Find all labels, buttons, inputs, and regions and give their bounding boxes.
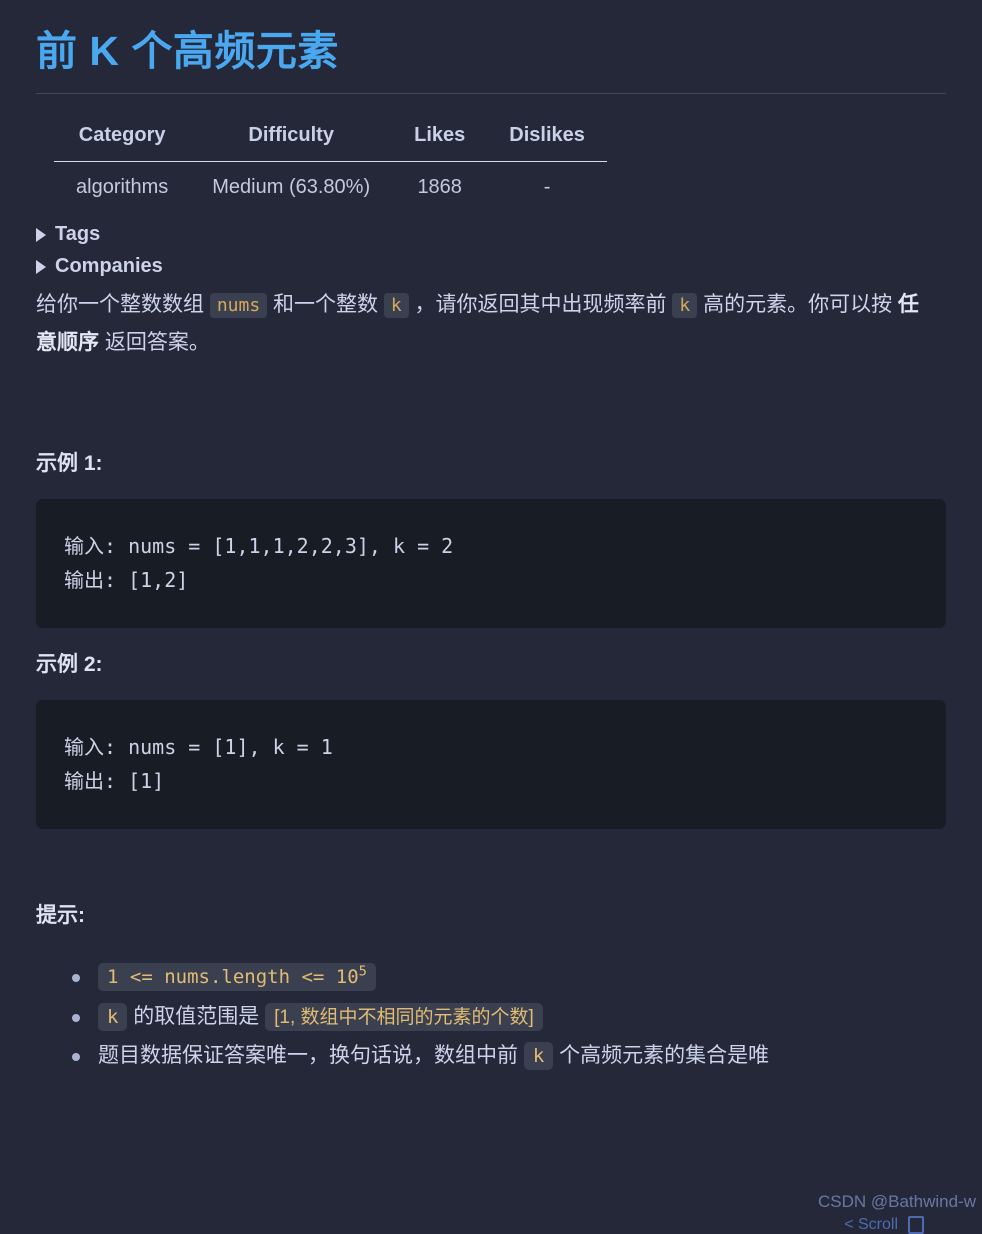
inline-code-k-2: k: [672, 293, 698, 319]
inline-code-k: k: [383, 293, 409, 319]
table-row: algorithms Medium (63.80%) 1868 -: [54, 162, 607, 212]
document-icon[interactable]: [908, 1216, 924, 1234]
cell-likes: 1868: [417, 176, 462, 199]
hint-text-unique-1: 题目数据保证答案唯一，换句话说，数组中前: [98, 1044, 524, 1068]
desc-part-4: 高的元素。你可以按: [697, 293, 898, 317]
hints-heading: 提示:: [36, 903, 85, 927]
hint-code-length: 1 <= nums.length <= 105: [98, 962, 376, 991]
inline-code-nums: nums: [209, 293, 268, 319]
list-item: 题目数据保证答案唯一，换句话说，数组中前 k 个高频元素的集合是唯: [72, 1036, 946, 1076]
triangle-right-icon: [36, 259, 46, 274]
triangle-right-icon: [36, 227, 46, 242]
table-header-row: Category Difficulty Likes Dislikes: [54, 112, 607, 163]
example-2-heading: 示例 2:: [36, 652, 103, 676]
example-2-code: 输入: nums = [1], k = 1 输出: [1]: [36, 699, 946, 829]
cell-dislikes: -: [543, 176, 551, 199]
hint-text-range: 的取值范围是: [127, 1004, 266, 1028]
page-title: 前 K 个高频元素: [36, 28, 339, 74]
watermark: CSDN @Bathwind-w: [817, 1192, 976, 1211]
problem-description: 给你一个整数数组 nums 和一个整数 k ，请你返回其中出现频率前 k 高的元…: [36, 286, 936, 361]
column-header-difficulty: Difficulty: [190, 112, 393, 163]
collapsible-tags[interactable]: Tags: [36, 223, 946, 246]
problem-info-table: Category Difficulty Likes Dislikes algor…: [54, 112, 607, 211]
desc-part-3: ，请你返回其中出现频率前: [408, 293, 673, 317]
desc-part-1: 给你一个整数数组: [36, 293, 210, 317]
hint-code-k: k: [98, 1002, 128, 1031]
collapsible-companies[interactable]: Companies: [36, 255, 946, 278]
desc-part-5: 返回答案。: [99, 330, 210, 354]
collapsible-tags-label: Tags: [55, 223, 101, 246]
example-1-heading: 示例 1:: [36, 452, 103, 476]
footer-partial[interactable]: < Scroll: [844, 1216, 924, 1234]
list-item: 1 <= nums.length <= 105: [72, 957, 946, 997]
desc-part-2: 和一个整数: [267, 293, 384, 317]
hints-list: 1 <= nums.length <= 105 k 的取值范围是 [1, 数组中…: [36, 957, 946, 1077]
hint-code-k-unique: k: [523, 1042, 554, 1071]
problem-page: 前 K 个高频元素 Category Difficulty Likes Disl…: [0, 0, 982, 1234]
column-header-category: Category: [54, 112, 191, 163]
hint-text-unique-2: 个高频元素的集合是唯: [553, 1044, 770, 1068]
hint-code-k-range-text: [1, 数组中不相同的元素的个数]: [274, 1006, 534, 1028]
list-item: k 的取值范围是 [1, 数组中不相同的元素的个数]: [72, 997, 946, 1037]
title-divider: [36, 93, 946, 95]
cell-difficulty: Medium (63.80%): [212, 176, 371, 199]
collapsible-companies-label: Companies: [55, 255, 163, 278]
hint-code-length-exponent: 5: [358, 963, 367, 980]
hint-code-length-text: 1 <= nums.length <= 10: [107, 965, 359, 988]
column-header-likes: Likes: [392, 112, 488, 163]
example-1-code: 输入: nums = [1,1,1,2,2,3], k = 2 输出: [1,2…: [36, 499, 946, 628]
footer-scroll-label: < Scroll: [844, 1216, 898, 1233]
hint-code-k-range: [1, 数组中不相同的元素的个数]: [265, 1002, 543, 1031]
column-header-dislikes: Dislikes: [487, 112, 607, 163]
cell-category: algorithms: [76, 176, 169, 199]
